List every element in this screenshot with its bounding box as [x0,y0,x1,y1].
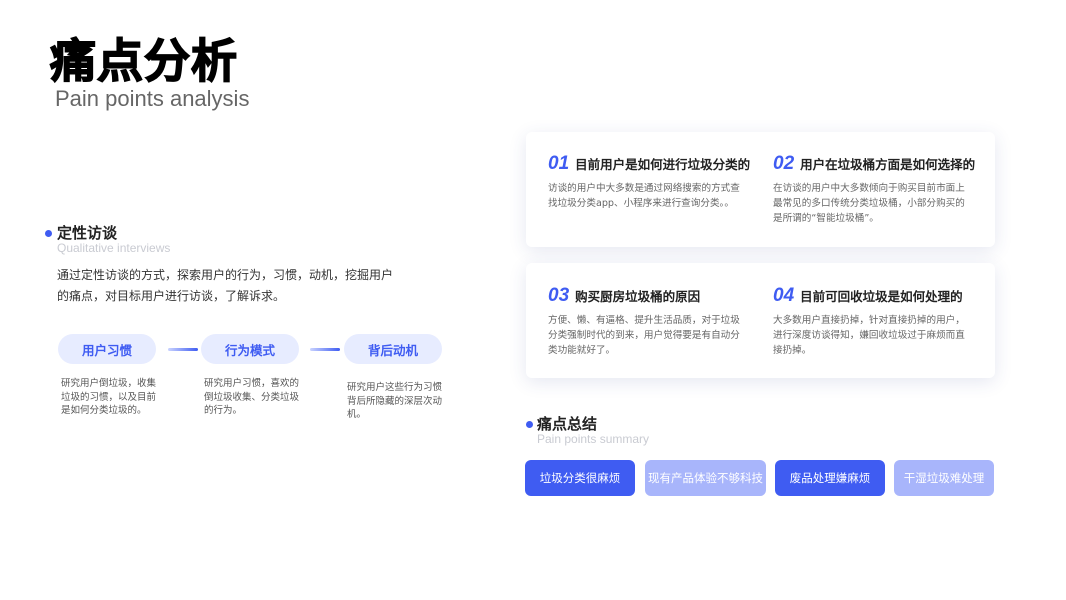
question-text: 方便、懒、有逼格、提升生活品质，对于垃圾分类强制时代的到来，用户觉得要是有自动分… [548,315,740,356]
question-text: 访谈的用户中大多数是通过网络搜索的方式查找垃圾分类app、小程序来进行查询分类。… [548,183,740,209]
summary-tag-not-techy: 现有产品体验不够科技 [645,460,766,496]
question-text: 大多数用户直接扔掉，针对直接扔掉的用户，进行深度访谈得知，嫌回收垃圾过于麻烦而直… [773,315,965,356]
question-title: 目前可回收垃圾是如何处理的 [800,289,963,304]
question-title: 目前用户是如何进行垃圾分类的 [575,157,751,172]
question-item-01: 01 目前用户是如何进行垃圾分类的 访谈的用户中大多数是通过网络搜索的方式查找垃… [548,153,751,211]
page-subtitle: Pain points analysis [55,86,250,111]
step-connector [310,348,340,351]
section-bullet-icon [526,421,533,428]
question-number: 03 [548,285,570,306]
question-number: 01 [548,153,570,174]
question-item-02: 02 用户在垃圾桶方面是如何选择的 在访谈的用户中大多数倾向于购买目前市面上最常… [773,153,976,226]
question-text: 在访谈的用户中大多数倾向于购买目前市面上最常见的多口传统分类垃圾桶，小部分购买的… [773,183,965,224]
summary-tag-sorting-troublesome: 垃圾分类很麻烦 [525,460,635,496]
summary-tag-waste-handling: 废品处理嫌麻烦 [775,460,885,496]
question-number: 02 [773,153,795,174]
qualitative-subtitle: Qualitative interviews [57,241,171,255]
step-pill-behavior: 行为模式 [201,334,299,364]
section-bullet-icon [45,230,52,237]
question-number: 04 [773,285,795,306]
summary-tag-wet-dry-sorting: 干湿垃圾难处理 [894,460,994,496]
summary-title: 痛点总结 [537,415,598,433]
step-pill-motivation: 背后动机 [344,334,442,364]
question-item-04: 04 目前可回收垃圾是如何处理的 大多数用户直接扔掉，针对直接扔掉的用户，进行深… [773,285,973,358]
step-desc-habit: 研究用户倒垃圾，收集垃圾的习惯，以及目前是如何分类垃圾的。 [61,378,157,416]
qualitative-intro: 通过定性访谈的方式，探索用户的行为，习惯，动机，挖掘用户的痛点，对目标用户进行访… [57,268,394,303]
step-desc-behavior: 研究用户习惯，喜欢的倒垃圾收集、分类垃圾的行为。 [204,378,300,416]
question-item-03: 03 购买厨房垃圾桶的原因 方便、懒、有逼格、提升生活品质，对于垃圾分类强制时代… [548,285,748,358]
summary-subtitle: Pain points summary [537,432,650,446]
step-desc-motivation: 研究用户这些行为习惯背后所隐藏的深层次动机。 [347,382,443,420]
question-title: 用户在垃圾桶方面是如何选择的 [800,157,976,172]
question-title: 购买厨房垃圾桶的原因 [575,289,701,304]
qualitative-title: 定性访谈 [57,224,118,242]
page-title: 痛点分析 [49,34,238,88]
step-connector [168,348,198,351]
step-pill-habit: 用户习惯 [58,334,156,364]
